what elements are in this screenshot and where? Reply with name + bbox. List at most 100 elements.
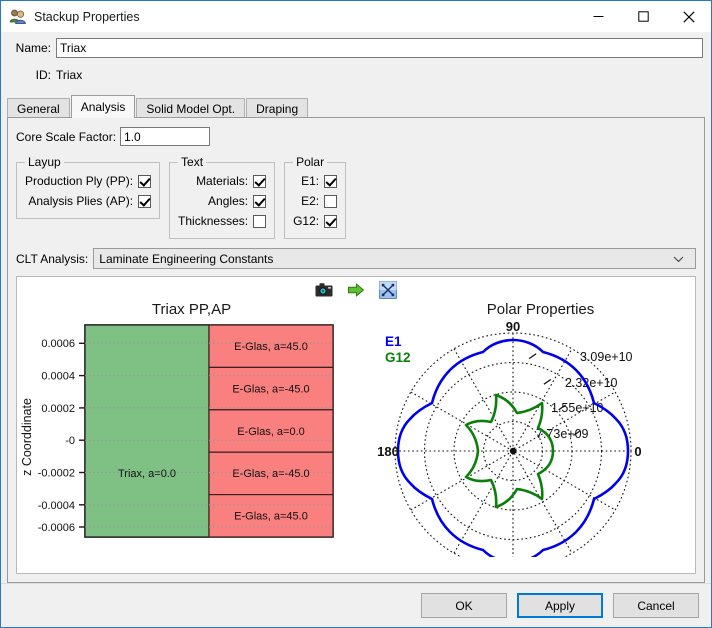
polar-center-dot xyxy=(509,447,517,455)
legend-e1: E1 xyxy=(385,334,402,349)
display-options: Layup Production Ply (PP): Analysis Plie… xyxy=(16,155,696,239)
layup-chart-title: Triax PP,AP xyxy=(151,301,232,318)
ytick-6: -0.0006 xyxy=(38,522,75,534)
pp-ply-label-0: Triax, a=0.0 xyxy=(118,468,176,480)
text-group-title: Text xyxy=(181,155,204,169)
checkbox-row-e1[interactable]: E1: xyxy=(293,171,338,191)
charts-container: Triax PP,AP z Coorddinate 0.0006 0.0004 … xyxy=(17,299,695,573)
ap-ply-label-1: E-Glas, a=-45.0 xyxy=(232,383,309,395)
rtick-3: 3.09e+10 xyxy=(580,350,633,364)
ytick-4: -0.0002 xyxy=(38,468,75,480)
polar-chart-svg: 7.73e+09 1.55e+10 2.32e+10 3.09e+10 0 90… xyxy=(377,319,642,557)
checkbox-row-materials[interactable]: Materials: xyxy=(178,171,267,191)
tab-general[interactable]: General xyxy=(7,98,70,118)
ap-ply-label-2: E-Glas, a=0.0 xyxy=(237,426,305,438)
tab-analysis[interactable]: Analysis xyxy=(70,95,136,118)
checkbox-row-thicknesses[interactable]: Thicknesses: xyxy=(178,211,267,231)
analysis-plies-checkbox[interactable] xyxy=(138,194,152,208)
thicknesses-label: Thicknesses: xyxy=(178,214,249,228)
identification-section: Name: ID: Triax xyxy=(1,32,711,86)
text-group: Text Materials: Angles: Thicknesses: xyxy=(169,155,276,239)
ap-ply-label-4: E-Glas, a=45.0 xyxy=(234,511,308,523)
window-controls xyxy=(576,1,711,32)
analysis-plies-label: Analysis Plies (AP): xyxy=(28,194,134,208)
production-ply-checkbox[interactable] xyxy=(138,174,152,188)
name-row: Name: xyxy=(9,37,703,59)
polar-group-title: Polar xyxy=(296,155,325,169)
title-bar: Stackup Properties xyxy=(1,1,711,32)
id-value: Triax xyxy=(56,68,83,82)
name-label: Name: xyxy=(15,41,51,55)
green-arrow-icon[interactable] xyxy=(347,281,365,299)
checkbox-row-angles[interactable]: Angles: xyxy=(178,191,267,211)
checkbox-row-g12[interactable]: G12: xyxy=(293,211,338,231)
plot-toolbar xyxy=(17,279,695,301)
ok-button[interactable]: OK xyxy=(421,593,507,618)
dialog-footer: OK Apply Cancel xyxy=(1,583,711,627)
angle-label-180: 180 xyxy=(377,444,399,459)
polar-chart-title: Polar Properties xyxy=(486,301,595,318)
id-row: ID: Triax xyxy=(9,64,703,86)
layup-y-ticks xyxy=(79,342,85,528)
checkbox-row-e2[interactable]: E2: xyxy=(293,191,338,211)
analysis-panel: Core Scale Factor: Layup Production Ply … xyxy=(7,117,705,583)
angles-label: Angles: xyxy=(208,194,249,208)
ytick-3: -0 xyxy=(65,435,75,447)
g12-checkbox[interactable] xyxy=(324,214,338,228)
apply-button[interactable]: Apply xyxy=(517,593,603,618)
angle-label-0: 0 xyxy=(634,444,641,459)
e2-checkbox[interactable] xyxy=(324,194,338,208)
polar-radial-tick-labels: 7.73e+09 1.55e+10 2.32e+10 3.09e+10 xyxy=(536,350,633,441)
chevron-down-icon xyxy=(673,255,695,263)
clt-analysis-row: CLT Analysis: Laminate Engineering Const… xyxy=(16,248,696,269)
plot-area: Triax PP,AP z Coorddinate 0.0006 0.0004 … xyxy=(16,276,696,574)
tab-draping[interactable]: Draping xyxy=(246,98,309,118)
ytick-0: 0.0006 xyxy=(41,338,75,350)
layup-y-tick-labels: 0.0006 0.0004 0.0002 -0 -0.0002 -0.0004 … xyxy=(38,338,75,534)
layup-group-title: Layup xyxy=(28,155,61,169)
cancel-button[interactable]: Cancel xyxy=(613,593,699,618)
layup-y-axis-label: z Coorddinate xyxy=(20,398,34,476)
materials-checkbox[interactable] xyxy=(253,174,267,188)
ytick-2: 0.0002 xyxy=(41,403,75,415)
g12-curve xyxy=(464,393,555,509)
name-input[interactable] xyxy=(56,38,703,58)
e1-checkbox[interactable] xyxy=(324,174,338,188)
e1-label: E1: xyxy=(301,174,320,188)
layup-chart-svg: z Coorddinate 0.0006 0.0004 0.0002 -0 -0… xyxy=(20,324,334,538)
layup-chart: Triax PP,AP z Coorddinate 0.0006 0.0004 … xyxy=(17,299,366,573)
core-scale-factor-label: Core Scale Factor: xyxy=(16,129,117,144)
camera-icon[interactable] xyxy=(315,281,333,299)
angle-label-90: 90 xyxy=(506,319,520,334)
minimize-button[interactable] xyxy=(576,1,621,32)
close-button[interactable] xyxy=(666,1,711,32)
ap-ply-label-3: E-Glas, a=-45.0 xyxy=(232,468,309,480)
polar-legend: E1 G12 xyxy=(385,334,411,365)
production-ply-label: Production Ply (PP): xyxy=(25,174,134,188)
users-icon xyxy=(9,8,27,26)
clt-analysis-value: Laminate Engineering Constants xyxy=(99,251,274,266)
maximize-button[interactable] xyxy=(621,1,666,32)
clt-analysis-select[interactable]: Laminate Engineering Constants xyxy=(93,248,696,269)
core-scale-factor-row: Core Scale Factor: xyxy=(16,126,696,147)
e2-label: E2: xyxy=(301,194,320,208)
legend-g12: G12 xyxy=(385,350,411,365)
fit-view-icon[interactable] xyxy=(379,281,397,299)
clt-analysis-label: CLT Analysis: xyxy=(16,251,89,266)
polar-chart: Polar Properties 7.73e+09 1.55e+10 2.32e… xyxy=(366,299,695,573)
checkbox-row-analysis-plies[interactable]: Analysis Plies (AP): xyxy=(25,191,152,211)
ytick-1: 0.0004 xyxy=(41,371,75,383)
angles-checkbox[interactable] xyxy=(253,194,267,208)
stackup-properties-window: Stackup Properties Name: ID: Triax Gener… xyxy=(0,0,712,628)
thicknesses-checkbox[interactable] xyxy=(253,214,267,228)
materials-label: Materials: xyxy=(196,174,249,188)
core-scale-factor-input[interactable] xyxy=(120,127,211,146)
rtick-0: 7.73e+09 xyxy=(536,427,589,441)
tab-solid-model-opt[interactable]: Solid Model Opt. xyxy=(136,98,246,118)
polar-group: Polar E1: E2: G12: xyxy=(284,155,347,239)
window-title: Stackup Properties xyxy=(34,9,140,24)
checkbox-row-production-ply[interactable]: Production Ply (PP): xyxy=(25,171,152,191)
g12-label: G12: xyxy=(293,214,320,228)
tab-bar: General Analysis Solid Model Opt. Drapin… xyxy=(1,95,711,118)
layup-group: Layup Production Ply (PP): Analysis Plie… xyxy=(16,155,161,219)
